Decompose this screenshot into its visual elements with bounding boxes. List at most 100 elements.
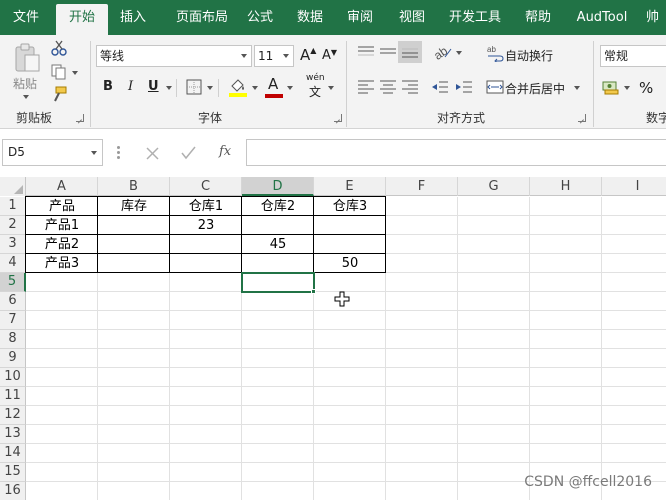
column-header-d[interactable]: D	[242, 177, 314, 196]
row-header-8[interactable]: 8	[0, 330, 26, 349]
fill-handle[interactable]	[311, 289, 316, 294]
tab-data[interactable]: 数据	[288, 0, 332, 35]
row-header-2[interactable]: 2	[0, 216, 26, 235]
row-header-4[interactable]: 4	[0, 254, 26, 273]
cell-e4[interactable]: 50	[314, 254, 386, 273]
tab-home[interactable]: 开始	[56, 4, 108, 35]
align-center-icon[interactable]	[379, 79, 397, 95]
orientation-dropdown-arrow[interactable]	[456, 51, 462, 55]
paste-icon[interactable]	[10, 41, 44, 75]
tab-insert[interactable]: 插入	[110, 0, 156, 35]
tab-view[interactable]: 视图	[390, 0, 434, 35]
font-size-combo[interactable]: 11	[254, 45, 294, 67]
active-cell-selection[interactable]	[241, 272, 315, 293]
worksheet-grid[interactable]: ABCDEFGHI 1 2 3 4 5 6 7 8 9 10 11 12 13 14 15 16 产品 库存 仓库…	[0, 177, 666, 500]
column-header-i[interactable]: I	[602, 177, 666, 196]
tab-developer[interactable]: 开发工具	[442, 0, 508, 35]
cell-d1[interactable]: 仓库2	[242, 197, 314, 216]
row-header-16[interactable]: 16	[0, 482, 26, 500]
select-all-corner[interactable]	[0, 177, 26, 196]
row-header-1[interactable]: 1	[0, 197, 26, 216]
borders-icon[interactable]	[186, 79, 202, 95]
column-header-b[interactable]: B	[98, 177, 170, 196]
tab-file[interactable]: 文件	[0, 0, 52, 35]
copy-dropdown-arrow[interactable]	[72, 71, 78, 75]
alignment-launcher-icon[interactable]	[578, 114, 586, 122]
tab-help[interactable]: 帮助	[516, 0, 560, 35]
orientation-icon[interactable]: ab	[433, 43, 453, 61]
name-box[interactable]: D5	[2, 139, 103, 166]
font-launcher-icon[interactable]	[334, 114, 342, 122]
tab-audtool[interactable]: AudTool	[570, 0, 634, 35]
percent-button[interactable]: %	[639, 79, 653, 97]
formula-input[interactable]	[246, 139, 666, 166]
phonetic-icon[interactable]: 文	[309, 83, 321, 100]
cancel-icon[interactable]	[146, 147, 159, 160]
wrap-text-icon[interactable]: ab	[486, 44, 504, 62]
cell-a3[interactable]: 产品2	[26, 235, 98, 254]
align-middle-icon[interactable]	[379, 44, 397, 60]
tab-partial[interactable]: 帅	[646, 0, 666, 35]
increase-indent-icon[interactable]	[455, 79, 473, 95]
borders-dropdown-arrow[interactable]	[207, 86, 213, 90]
grow-font-button[interactable]: A▲	[300, 46, 316, 64]
underline-button[interactable]: U	[148, 79, 159, 94]
row-header-7[interactable]: 7	[0, 311, 26, 330]
fill-color-icon[interactable]	[228, 76, 248, 98]
cell-c2[interactable]: 23	[170, 216, 242, 235]
shrink-font-button[interactable]: A▼	[322, 48, 337, 63]
row-header-13[interactable]: 13	[0, 425, 26, 444]
align-right-icon[interactable]	[401, 79, 419, 95]
row-header-10[interactable]: 10	[0, 368, 26, 387]
font-color-icon[interactable]: A	[268, 75, 278, 93]
row-header-6[interactable]: 6	[0, 292, 26, 311]
currency-icon[interactable]	[602, 78, 620, 96]
column-header-c[interactable]: C	[170, 177, 242, 196]
underline-dropdown-arrow[interactable]	[166, 86, 172, 90]
currency-dropdown-arrow[interactable]	[624, 86, 630, 90]
column-header-f[interactable]: F	[386, 177, 458, 196]
row-header-15[interactable]: 15	[0, 463, 26, 482]
tab-page-layout[interactable]: 页面布局	[164, 0, 240, 35]
align-bottom-icon[interactable]	[401, 44, 419, 60]
column-header-g[interactable]: G	[458, 177, 530, 196]
cell-b1[interactable]: 库存	[98, 197, 170, 216]
column-header-h[interactable]: H	[530, 177, 602, 196]
merge-center-icon[interactable]	[486, 79, 504, 95]
tab-review[interactable]: 审阅	[338, 0, 382, 35]
italic-button[interactable]: I	[128, 79, 133, 94]
formula-bar-grip[interactable]	[117, 146, 120, 160]
cut-icon[interactable]	[50, 39, 68, 57]
cell-a1[interactable]: 产品	[26, 197, 98, 216]
font-name-combo[interactable]: 等线	[96, 45, 252, 67]
number-format-combo[interactable]: 常规	[600, 45, 666, 67]
cell-e1[interactable]: 仓库3	[314, 197, 386, 216]
copy-icon[interactable]	[50, 63, 68, 81]
font-color-dropdown-arrow[interactable]	[287, 86, 293, 90]
column-header-e[interactable]: E	[314, 177, 386, 196]
insert-function-button[interactable]: fx	[219, 144, 231, 159]
cell-a2[interactable]: 产品1	[26, 216, 98, 235]
cell-d3[interactable]: 45	[242, 235, 314, 254]
cell-c1[interactable]: 仓库1	[170, 197, 242, 216]
row-header-5[interactable]: 5	[0, 273, 26, 292]
row-header-12[interactable]: 12	[0, 406, 26, 425]
row-header-11[interactable]: 11	[0, 387, 26, 406]
row-header-9[interactable]: 9	[0, 349, 26, 368]
format-painter-icon[interactable]	[50, 85, 68, 103]
phonetic-dropdown-arrow[interactable]	[328, 86, 334, 90]
bold-button[interactable]: B	[103, 79, 113, 94]
paste-dropdown-arrow[interactable]	[23, 95, 29, 99]
wrap-text-label[interactable]: 自动换行	[505, 47, 553, 64]
column-header-a[interactable]: A	[26, 177, 98, 196]
phonetic-top[interactable]: wén	[306, 73, 325, 83]
tab-formulas[interactable]: 公式	[240, 0, 280, 35]
row-header-14[interactable]: 14	[0, 444, 26, 463]
enter-icon[interactable]	[181, 146, 196, 160]
paste-label[interactable]: 粘贴	[13, 75, 37, 92]
row-header-3[interactable]: 3	[0, 235, 26, 254]
align-top-icon[interactable]	[357, 44, 375, 60]
cell-a4[interactable]: 产品3	[26, 254, 98, 273]
decrease-indent-icon[interactable]	[431, 79, 449, 95]
fill-color-dropdown-arrow[interactable]	[252, 86, 258, 90]
